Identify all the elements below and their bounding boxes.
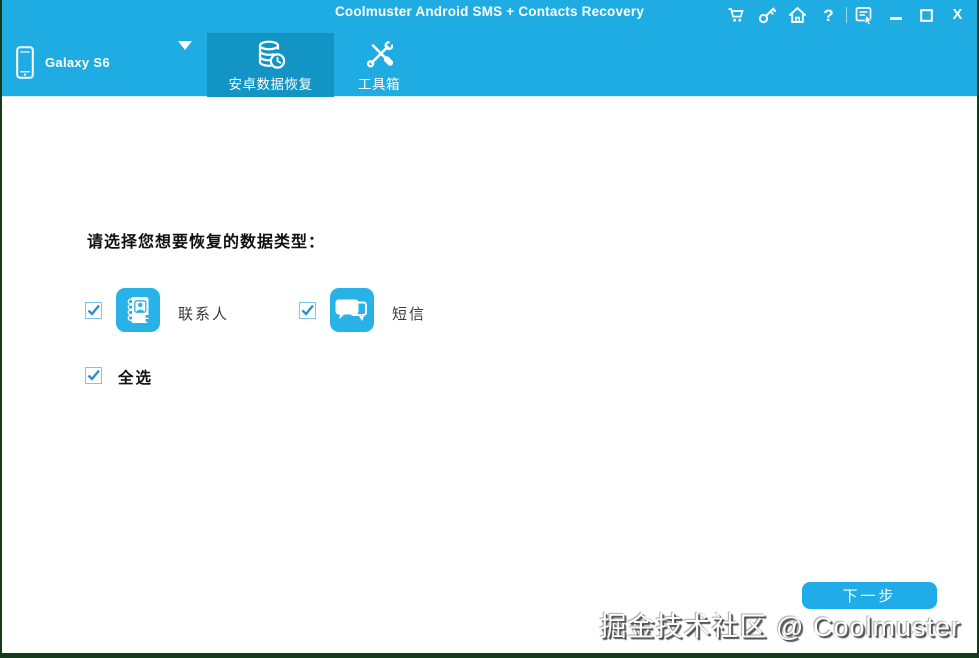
close-button[interactable]: X: [942, 0, 973, 30]
checkmark-icon: [86, 303, 101, 318]
minimize-icon: [890, 17, 902, 20]
home-button[interactable]: [782, 0, 813, 30]
device-name: Galaxy S6: [45, 55, 110, 70]
maximize-icon: [920, 9, 933, 22]
feedback-button[interactable]: [849, 0, 880, 30]
tab-toolbox[interactable]: 工具箱: [334, 33, 424, 97]
store-button[interactable]: [720, 0, 751, 30]
caret-down-icon[interactable]: [178, 41, 192, 50]
minimize-button[interactable]: [880, 0, 911, 30]
checkmark-icon: [86, 368, 101, 383]
tab-android-data-recovery[interactable]: 安卓数据恢复: [207, 33, 334, 97]
maximize-button[interactable]: [911, 0, 942, 30]
close-icon: X: [953, 8, 963, 23]
database-recovery-icon: [256, 38, 286, 72]
titlebar-divider: [846, 7, 847, 23]
cart-icon: [727, 6, 745, 24]
titlebar-controls: ? X: [720, 0, 973, 30]
sms-icon: [330, 288, 374, 332]
key-icon: [758, 6, 776, 24]
help-icon: ?: [823, 7, 833, 24]
register-key-button[interactable]: [751, 0, 782, 30]
contacts-checkbox[interactable]: [85, 302, 102, 319]
help-button[interactable]: ?: [813, 0, 844, 30]
sms-label: 短信: [392, 303, 426, 324]
app-window: Coolmuster Android SMS + Contacts Recove…: [0, 0, 979, 658]
prompt-text: 请选择您想要恢复的数据类型：: [87, 228, 325, 252]
nav-bar: Galaxy S6 安卓数据恢复: [2, 30, 977, 97]
main-content: 请选择您想要恢复的数据类型：: [2, 97, 977, 658]
tools-icon: [365, 38, 393, 72]
tab-label: 安卓数据恢复: [229, 73, 313, 93]
register-form-icon: [855, 6, 874, 25]
contacts-label: 联系人: [178, 303, 229, 324]
watermark-text: 掘金技术社区 @ Coolmuster: [600, 605, 961, 644]
home-icon: [788, 6, 807, 24]
device-selector[interactable]: Galaxy S6: [16, 30, 110, 94]
select-all-label: 全选: [118, 366, 153, 388]
checkmark-icon: [300, 303, 315, 318]
title-bar: Coolmuster Android SMS + Contacts Recove…: [2, 0, 977, 30]
contacts-icon: [116, 288, 160, 332]
tab-label: 工具箱: [358, 73, 400, 93]
sms-checkbox[interactable]: [299, 302, 316, 319]
select-all-checkbox[interactable]: [85, 367, 102, 384]
phone-icon: [16, 46, 34, 79]
